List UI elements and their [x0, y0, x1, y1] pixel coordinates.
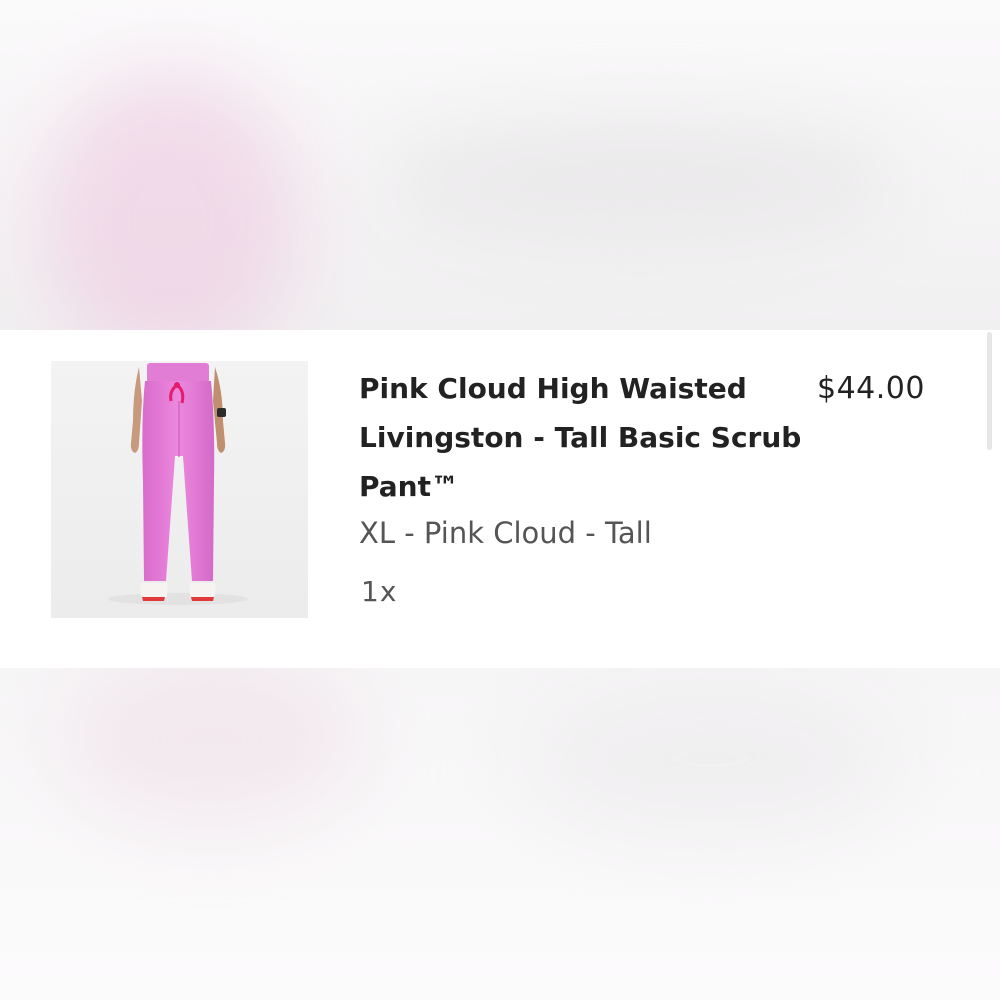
product-title[interactable]: Pink Cloud High Waisted Livingston - Tal… — [359, 364, 809, 511]
scrollbar[interactable] — [987, 332, 992, 450]
product-quantity: 1x — [361, 575, 398, 608]
blurred-background-top — [0, 0, 1000, 330]
product-price: $44.00 — [817, 371, 925, 406]
pink-scrub-pant-photo-icon — [51, 361, 308, 618]
product-variant: XL - Pink Cloud - Tall — [359, 516, 652, 550]
product-thumbnail[interactable] — [51, 361, 308, 618]
blurred-background-bottom — [0, 668, 1000, 1000]
cart-item-card: Pink Cloud High Waisted Livingston - Tal… — [0, 330, 1000, 668]
